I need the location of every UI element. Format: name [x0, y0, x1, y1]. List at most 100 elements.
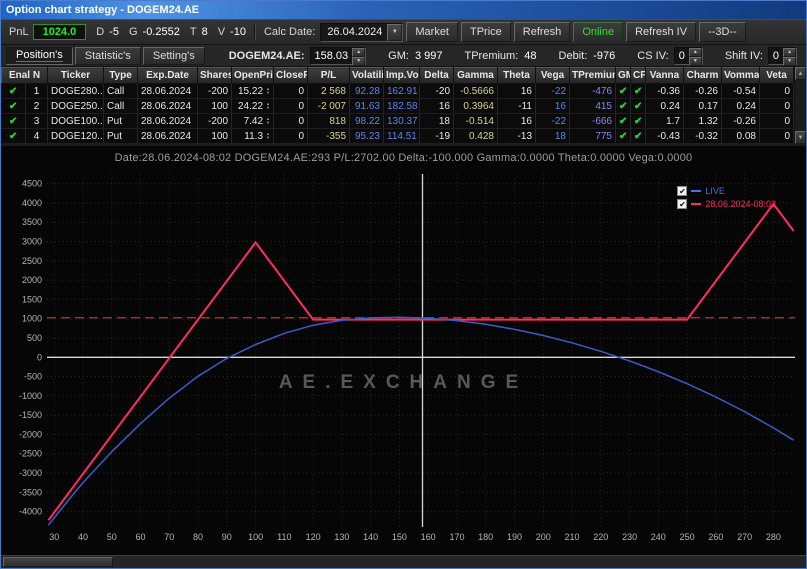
tprice-button[interactable]: TPrice — [461, 22, 511, 42]
column-header-vega[interactable]: Vega — [535, 67, 570, 84]
chevron-down-icon[interactable]: ▼ — [387, 23, 403, 41]
scrollbar-track[interactable] — [795, 80, 806, 131]
cpos-check-icon[interactable]: ✔ — [630, 113, 646, 129]
table-vertical-scrollbar[interactable]: ▲ ▼ — [794, 67, 806, 144]
column-header-vomma[interactable]: Vomma — [721, 67, 760, 84]
cell-volatility: 91.63 — [349, 98, 384, 114]
cell-vomma: -0.26 — [721, 113, 760, 129]
gm-check-icon[interactable]: ✔ — [615, 128, 631, 144]
symbol-price-value: 158.03 — [314, 49, 349, 62]
price-stepper-icon[interactable]: ▲ ▼ — [266, 102, 270, 110]
cs-iv-stepper[interactable]: 0 ▲ ▼ — [673, 46, 703, 66]
gm-check-icon[interactable]: ✔ — [615, 83, 631, 99]
gm-check-icon[interactable]: ✔ — [615, 113, 631, 129]
three-d-button[interactable]: --3D-- — [699, 22, 746, 42]
cell-ticker: DOGE280... — [47, 83, 104, 99]
cell-theta: 16 — [497, 83, 536, 99]
cell-charm: -0.26 — [683, 83, 722, 99]
cell-tpremium: -476 — [569, 83, 616, 99]
y-tick-label: 4000 — [22, 198, 42, 208]
gm-check-icon[interactable]: ✔ — [615, 98, 631, 114]
cpos-check-icon[interactable]: ✔ — [630, 128, 646, 144]
column-header-veta[interactable]: Veta — [759, 67, 794, 84]
row-enabled-check-icon[interactable]: ✔ — [1, 98, 26, 114]
column-header-ticker[interactable]: Ticker — [47, 67, 104, 84]
column-header-theta[interactable]: Theta — [497, 67, 536, 84]
step-down-icon[interactable]: ▼ — [688, 56, 702, 66]
tab-settings[interactable]: Setting's — [142, 46, 205, 65]
cell-shares: 100 — [197, 98, 232, 114]
horizontal-scrollbar[interactable] — [1, 555, 806, 568]
column-header-closepri[interactable]: ClosePri — [273, 67, 308, 84]
column-header-gamma[interactable]: Gamma — [453, 67, 498, 84]
table-row[interactable]: ✔ 1 DOGE280... Call 28.06.2024 -200 15.22 ▲ ▼ 0 2 … — [1, 83, 794, 99]
legend-checkbox[interactable]: ✔ — [677, 199, 688, 209]
y-tick-label: 0 — [37, 352, 42, 362]
cell-gamma: -0.5666 — [453, 83, 498, 99]
gm-label: GM: — [388, 49, 409, 62]
step-up-icon[interactable]: ▲ — [783, 47, 797, 57]
row-enabled-check-icon[interactable]: ✔ — [1, 128, 26, 144]
cell-vega: -22 — [535, 83, 570, 99]
cell-type: Call — [103, 98, 138, 114]
option-chart-strategy-window: Option chart strategy - DOGEM24.AE PnL 1… — [0, 0, 807, 569]
tpremium-label: TPremium: — [464, 49, 519, 62]
column-header-shares[interactable]: Shares — [197, 67, 232, 84]
refresh-button[interactable]: Refresh — [513, 22, 571, 42]
tab-positions[interactable]: Position's — [6, 46, 73, 65]
y-tick-label: -3000 — [19, 468, 42, 478]
price-stepper-icon[interactable]: ▲ ▼ — [266, 87, 270, 95]
column-header-gm[interactable]: GM — [615, 67, 631, 84]
refresh-iv-button[interactable]: Refresh IV — [626, 22, 697, 42]
y-tick-label: 2000 — [22, 275, 42, 285]
column-header-tpremium[interactable]: TPremium — [569, 67, 616, 84]
legend-checkbox[interactable]: ✔ — [677, 186, 688, 196]
cpos-check-icon[interactable]: ✔ — [630, 98, 646, 114]
table-row[interactable]: ✔ 4 DOGE120... Put 28.06.2024 100 11.3 ▲ ▼ 0 -355 9… — [1, 128, 794, 144]
row-enabled-check-icon[interactable]: ✔ — [1, 113, 26, 129]
price-stepper-icon[interactable]: ▲ ▼ — [266, 117, 270, 125]
cell-gamma: -0.514 — [453, 113, 498, 129]
row-enabled-check-icon[interactable]: ✔ — [1, 83, 26, 99]
x-tick-label: 240 — [651, 532, 666, 542]
step-down-icon[interactable]: ▼ — [783, 56, 797, 66]
cell-type: Call — [103, 83, 138, 99]
pl-chart-area[interactable]: 30 40 50 60 70 80 90 100 110 120 130 140 150 160 170 18… — [1, 144, 806, 555]
cell-pl: 818 — [307, 113, 350, 129]
step-down-icon[interactable]: ▼ — [352, 56, 366, 66]
tab-statistics[interactable]: Statistic's — [74, 46, 141, 65]
column-header-p-l[interactable]: P/L — [307, 67, 350, 84]
column-header-exp-date[interactable]: Exp.Date — [137, 67, 198, 84]
cell-shares: 100 — [197, 128, 232, 144]
x-tick-label: 230 — [622, 532, 637, 542]
cell-vanna: 1.7 — [645, 113, 684, 129]
symbol-price-stepper[interactable]: 158.03 ▲ ▼ — [309, 46, 367, 66]
column-header-volatili[interactable]: Volatili — [349, 67, 384, 84]
step-up-icon[interactable]: ▲ — [688, 47, 702, 57]
scroll-down-icon[interactable]: ▼ — [795, 131, 806, 144]
column-header-delta[interactable]: Delta — [419, 67, 454, 84]
cell-delta: 18 — [419, 113, 454, 129]
market-button[interactable]: Market — [406, 22, 458, 42]
column-header-imp-vo[interactable]: Imp.Vo — [383, 67, 420, 84]
column-header-charm[interactable]: Charm — [683, 67, 722, 84]
price-stepper-icon[interactable]: ▲ ▼ — [266, 132, 270, 140]
column-header-enal-n[interactable]: Enal N — [1, 67, 48, 84]
y-tick-label: 3500 — [22, 217, 42, 227]
column-header-vanna[interactable]: Vanna — [645, 67, 684, 84]
calc-date-select[interactable]: 26.04.2024 ▼ — [320, 22, 404, 42]
cell-close-price: 0 — [273, 128, 308, 144]
title-bar[interactable]: Option chart strategy - DOGEM24.AE — [1, 1, 806, 19]
cell-ticker: DOGE120... — [47, 128, 104, 144]
column-header-cpos[interactable]: CPos — [630, 67, 646, 84]
online-button[interactable]: Online — [573, 22, 624, 42]
column-header-type[interactable]: Type — [103, 67, 138, 84]
table-row[interactable]: ✔ 3 DOGE100... Put 28.06.2024 -200 7.42 ▲ ▼ 0 818 9… — [1, 113, 794, 129]
step-up-icon[interactable]: ▲ — [352, 47, 366, 57]
shift-iv-stepper[interactable]: 0 ▲ ▼ — [767, 46, 798, 66]
table-row[interactable]: ✔ 2 DOGE250... Call 28.06.2024 100 24.22 ▲ ▼ 0 -2 … — [1, 98, 794, 114]
cpos-check-icon[interactable]: ✔ — [630, 83, 646, 99]
scrollbar-thumb[interactable] — [3, 557, 113, 567]
scroll-up-icon[interactable]: ▲ — [795, 67, 806, 80]
column-header-openpric[interactable]: OpenPric — [231, 67, 274, 84]
